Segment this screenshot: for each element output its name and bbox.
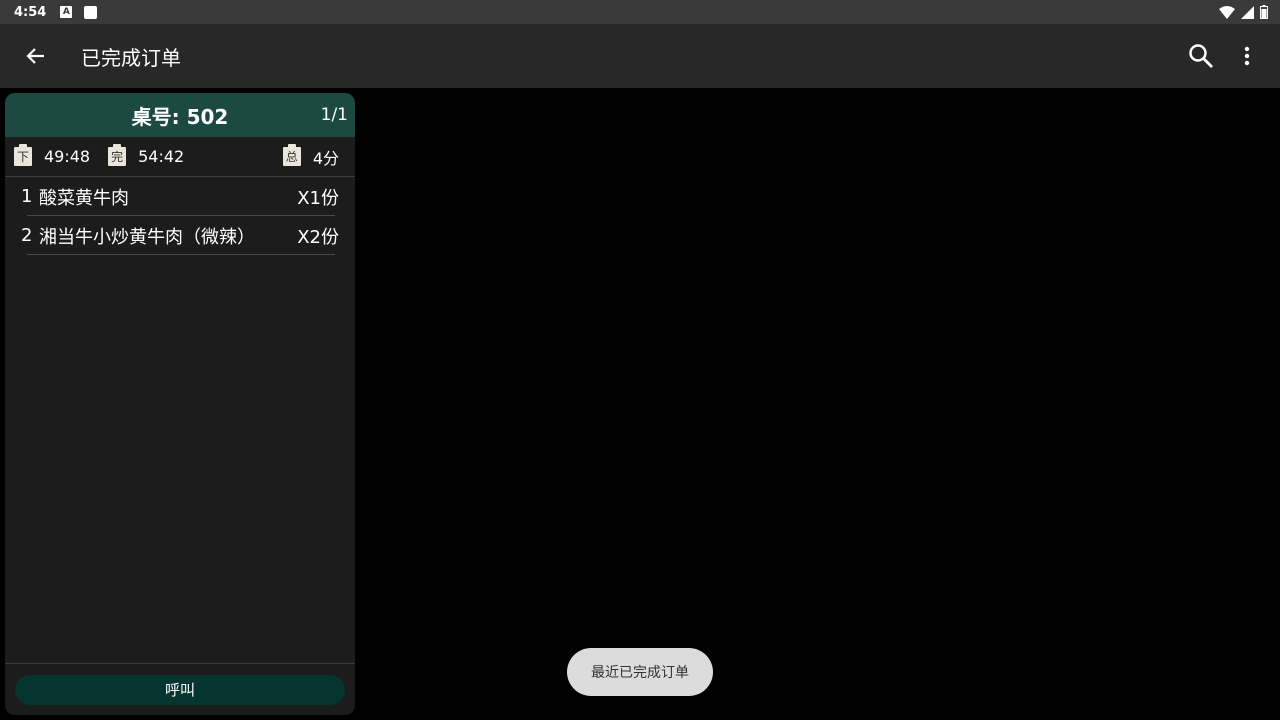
a-notification-icon: A xyxy=(60,6,73,18)
page-indicator: 1/1 xyxy=(320,105,348,125)
wifi-icon xyxy=(1219,5,1235,19)
back-button[interactable] xyxy=(16,36,56,76)
search-button[interactable] xyxy=(1178,33,1224,79)
status-icons xyxy=(1219,5,1268,19)
done-time: 54:42 xyxy=(138,147,185,166)
order-times-row: 下 49:48 完 54:42 总 4分 xyxy=(5,137,355,177)
dish-index: 1 xyxy=(21,186,33,207)
page-title: 已完成订单 xyxy=(81,45,181,70)
call-button[interactable]: 呼叫 xyxy=(15,674,345,705)
dish-quantity: X1份 xyxy=(297,187,339,209)
dish-name: 酸菜黄牛肉 xyxy=(39,187,129,209)
app-toolbar: 已完成订单 xyxy=(0,24,1280,88)
square-notification-icon xyxy=(84,5,98,19)
list-item: 1 酸菜黄牛肉 X1份 xyxy=(5,177,355,216)
total-time-badge-icon: 总 xyxy=(282,144,301,166)
order-time-badge-icon: 下 xyxy=(14,144,32,166)
dish-index: 2 xyxy=(21,225,33,246)
more-options-button[interactable] xyxy=(1224,33,1270,79)
toast-message: 最近已完成订单 xyxy=(567,648,713,696)
signal-icon xyxy=(1241,5,1254,19)
total-time: 4分 xyxy=(312,148,339,168)
list-item: 2 湘当牛小炒黄牛肉（微辣） X2份 xyxy=(5,216,355,255)
status-time: 4:54 xyxy=(14,4,47,20)
toolbar-actions xyxy=(1178,33,1270,79)
order-card-footer: 呼叫 xyxy=(5,663,355,715)
order-card[interactable]: 桌号: 502 1/1 下 49:48 完 54:42 总 4分 1 酸菜黄牛肉… xyxy=(5,93,355,715)
search-icon xyxy=(1189,44,1213,68)
more-vert-icon xyxy=(1244,46,1250,66)
battery-icon xyxy=(1260,5,1268,19)
back-arrow-icon xyxy=(26,48,44,64)
status-bar: 4:54 A xyxy=(0,0,1280,24)
order-time: 49:48 xyxy=(44,147,91,166)
table-number: 桌号: 502 xyxy=(131,104,229,129)
dish-name: 湘当牛小炒黄牛肉（微辣） xyxy=(39,226,255,248)
done-time-badge-icon: 完 xyxy=(108,144,127,166)
dish-quantity: X2份 xyxy=(297,226,339,248)
order-card-header: 桌号: 502 1/1 xyxy=(5,93,355,137)
